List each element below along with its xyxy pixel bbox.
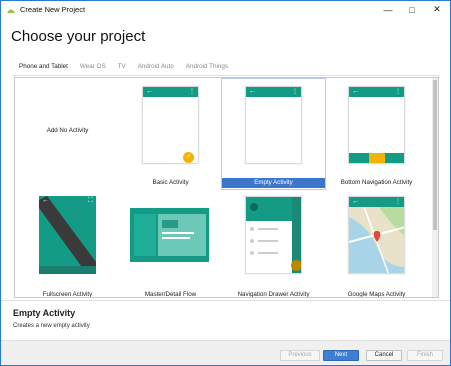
template-add-no-activity[interactable]: Add No Activity [16, 79, 119, 189]
back-arrow-icon: ← [352, 88, 359, 95]
template-master-detail-flow[interactable]: Master/Detail Flow [119, 191, 222, 298]
tab-phone-and-tablet[interactable]: Phone and Tablet [13, 62, 74, 76]
template-label: Navigation Drawer Activity [237, 291, 310, 298]
divider [1, 300, 450, 301]
back-arrow-icon: ← [42, 197, 49, 204]
template-bottom-navigation-activity[interactable]: ← ⋮ Bottom Navigation Activity [325, 79, 428, 189]
tab-tv[interactable]: TV [112, 62, 132, 76]
fab-icon: ✓ [183, 152, 194, 163]
empty-activity-preview: ← ⋮ [245, 86, 302, 164]
minimize-button[interactable]: — [377, 1, 399, 18]
scrollbar-thumb[interactable] [433, 80, 437, 230]
finish-button[interactable]: Finish [407, 350, 443, 361]
overflow-menu-icon: ⋮ [395, 199, 401, 205]
previous-button[interactable]: Previous [280, 350, 320, 361]
fullscreen-diagonal [39, 196, 96, 274]
template-basic-activity[interactable]: ← ⋮ ✓ Basic Activity [119, 79, 222, 189]
basic-activity-preview: ← ⋮ ✓ [142, 86, 199, 164]
template-empty-activity[interactable]: ← ⋮ Empty Activity [221, 78, 326, 190]
gallery-scrollbar[interactable] [432, 78, 438, 297]
navigation-drawer-preview [245, 196, 302, 274]
selected-template-title: Empty Activity [13, 308, 76, 318]
template-navigation-drawer-activity[interactable]: Navigation Drawer Activity [222, 191, 325, 298]
template-label: Basic Activity [152, 179, 189, 186]
next-button[interactable]: Next [323, 350, 359, 361]
close-button[interactable]: ✕ [426, 1, 448, 18]
template-gallery: Add No Activity ← ⋮ ✓ Basic Activity ← ⋮ E… [14, 77, 439, 298]
button-bar: Previous Next Cancel Finish [1, 340, 450, 365]
template-label: Google Maps Activity [347, 291, 406, 298]
template-label: Empty Activity [222, 178, 325, 188]
window-title: Create New Project [20, 5, 86, 14]
tab-strip: Phone and Tablet Wear OS TV Android Auto… [13, 62, 234, 76]
overflow-menu-icon: ⋮ [292, 89, 298, 95]
back-arrow-icon: ← [249, 88, 256, 95]
cancel-button[interactable]: Cancel [366, 350, 402, 361]
overflow-menu-icon: ⋮ [189, 89, 195, 95]
android-studio-icon [7, 9, 15, 13]
overflow-menu-icon: ⋮ [395, 89, 401, 95]
fullscreen-preview: ← ⛶ [39, 196, 96, 274]
template-fullscreen-activity[interactable]: ← ⛶ Fullscreen Activity [16, 191, 119, 298]
back-arrow-icon: ← [352, 198, 359, 205]
maximize-button[interactable]: □ [401, 1, 423, 18]
template-label: Bottom Navigation Activity [340, 179, 413, 186]
tab-wear-os[interactable]: Wear OS [74, 62, 112, 76]
template-google-maps-activity[interactable]: ← ⋮ Google Maps Activity [325, 191, 428, 298]
template-label: Fullscreen Activity [42, 291, 93, 298]
map-preview [349, 197, 404, 273]
tab-android-auto[interactable]: Android Auto [132, 62, 180, 76]
tab-android-things[interactable]: Android Things [180, 62, 234, 76]
master-detail-preview [130, 208, 209, 262]
google-maps-preview: ← ⋮ [348, 196, 405, 274]
selected-template-description: Creates a new empty activity [13, 323, 90, 329]
bottom-navigation-preview: ← ⋮ [348, 86, 405, 164]
bottom-nav-bar [349, 153, 404, 163]
fullscreen-icon: ⛶ [88, 197, 93, 204]
template-label: Master/Detail Flow [144, 291, 197, 298]
template-label: Add No Activity [46, 127, 89, 134]
back-arrow-icon: ← [146, 88, 153, 95]
tab-divider [13, 75, 439, 76]
create-project-window: Create New Project — □ ✕ Choose your pro… [0, 0, 451, 366]
page-title: Choose your project [11, 28, 146, 45]
